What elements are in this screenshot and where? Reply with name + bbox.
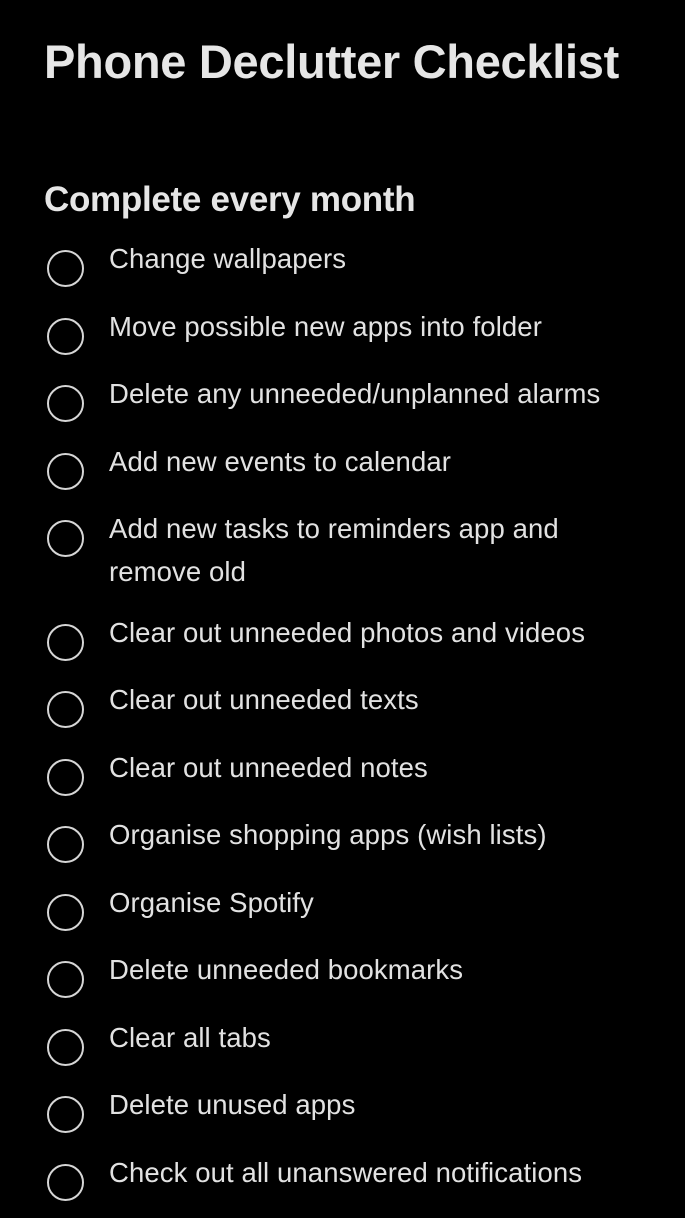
empty-circle-icon[interactable]	[47, 691, 84, 728]
checklist-item-label[interactable]: Clear out unneeded notes	[109, 746, 645, 789]
checklist-item: Delete unused apps	[0, 1083, 685, 1133]
checklist: Change wallpapers Move possible new apps…	[0, 237, 685, 1218]
note-subtitle[interactable]: Complete every month	[44, 178, 416, 222]
checklist-item-label[interactable]: Clear out unneeded photos and videos	[109, 611, 645, 654]
checklist-item: Add new tasks to reminders app and remov…	[0, 507, 685, 593]
empty-circle-icon[interactable]	[47, 452, 84, 490]
checklist-item-label[interactable]: Move possible new apps into folder	[109, 305, 645, 348]
checklist-item: Delete any unneeded/unplanned alarms	[0, 372, 685, 422]
checklist-item: Clear all tabs	[0, 1016, 685, 1066]
empty-circle-icon[interactable]	[47, 893, 84, 931]
checklist-item: Move possible new apps into folder	[0, 305, 685, 355]
checklist-item: Clear out unneeded texts	[0, 678, 685, 728]
checklist-item-label[interactable]: Delete any unneeded/unplanned alarms	[109, 372, 645, 415]
checklist-item: Organise Spotify	[0, 881, 685, 931]
empty-circle-icon[interactable]	[47, 250, 84, 287]
empty-circle-icon[interactable]	[47, 385, 84, 422]
checklist-item: Delete unneeded bookmarks	[0, 948, 685, 998]
empty-circle-icon[interactable]	[47, 623, 84, 661]
checklist-item-label[interactable]: Organise Spotify	[109, 881, 645, 924]
checklist-item-label[interactable]: Delete unused apps	[109, 1083, 645, 1126]
empty-circle-icon[interactable]	[47, 317, 84, 355]
checklist-item: Clear out unneeded photos and videos	[0, 611, 685, 661]
checklist-item-label[interactable]: Clear out unneeded texts	[109, 678, 645, 721]
empty-circle-icon[interactable]	[47, 1028, 84, 1066]
checklist-item: Organise shopping apps (wish lists)	[0, 813, 685, 863]
note-page: Phone Declutter Checklist Complete every…	[0, 0, 685, 1201]
empty-circle-icon[interactable]	[47, 826, 84, 863]
checklist-item-label[interactable]: Delete unneeded bookmarks	[109, 948, 645, 991]
empty-circle-icon[interactable]	[47, 1096, 84, 1133]
checklist-item-label[interactable]: Add new events to calendar	[109, 440, 645, 483]
empty-circle-icon[interactable]	[47, 961, 84, 998]
checklist-item: Add new events to calendar	[0, 440, 685, 490]
empty-circle-icon[interactable]	[47, 1163, 84, 1201]
checklist-item: Change wallpapers	[0, 237, 685, 287]
checklist-item: Clear out unneeded notes	[0, 746, 685, 796]
empty-circle-icon[interactable]	[47, 758, 84, 796]
checklist-item: Check out all unanswered notifications	[0, 1151, 685, 1201]
checklist-item-label[interactable]: Change wallpapers	[109, 237, 645, 280]
empty-circle-icon[interactable]	[47, 520, 84, 557]
checklist-item-label[interactable]: Add new tasks to reminders app and remov…	[109, 507, 645, 593]
note-title[interactable]: Phone Declutter Checklist	[44, 26, 644, 97]
checklist-item-label[interactable]: Organise shopping apps (wish lists)	[109, 813, 645, 856]
checklist-item-label[interactable]: Clear all tabs	[109, 1016, 645, 1059]
checklist-item-label[interactable]: Check out all unanswered notifications	[109, 1151, 645, 1194]
